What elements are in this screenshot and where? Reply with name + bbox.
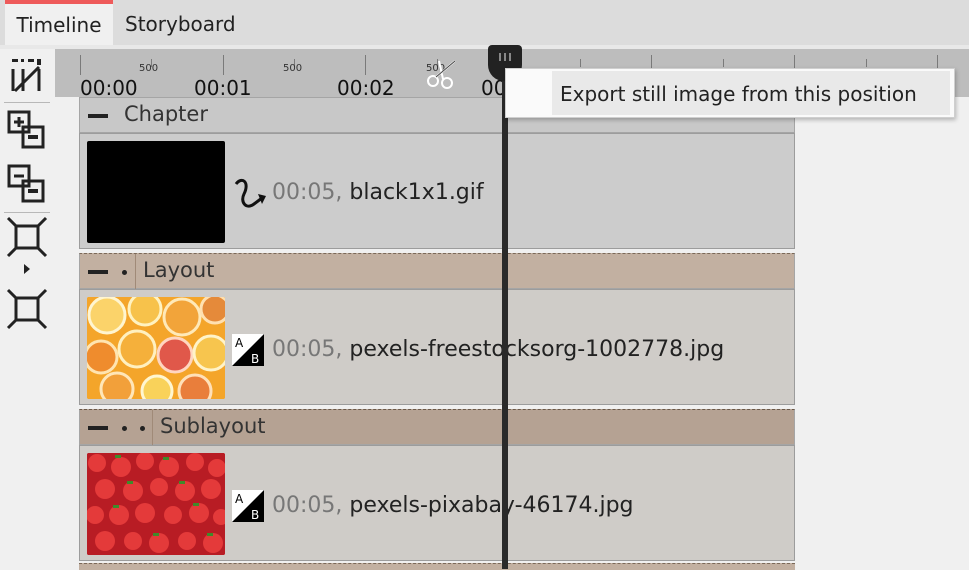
ruler-tick — [580, 59, 581, 67]
ruler-ms-label: 500 — [139, 63, 159, 74]
level-dot — [140, 426, 145, 431]
svg-text:A: A — [235, 492, 244, 506]
scissors-icon[interactable] — [425, 59, 465, 97]
ruler-ms-label: 500 — [283, 63, 303, 74]
curve-arrow-icon[interactable] — [232, 176, 268, 216]
track-header-label: Sublayout — [160, 414, 266, 438]
svg-text:B: B — [251, 352, 259, 366]
tab-bar: Timeline Storyboard — [0, 0, 969, 47]
svg-text:B: B — [251, 508, 259, 522]
ruler-tick — [723, 59, 724, 67]
clip-filename: pexels-freestocksorg-1002778.jpg — [349, 337, 725, 362]
collapse-icon[interactable] — [88, 114, 108, 118]
clip-duration: 00:05, — [272, 337, 343, 362]
clip-thumbnail[interactable] — [87, 453, 225, 555]
clip-filename: pexels-pixabay-46174.jpg — [349, 493, 634, 518]
tab-storyboard[interactable]: Storyboard — [125, 0, 236, 47]
ruler-tick — [80, 55, 81, 75]
collapse-icon[interactable] — [88, 270, 108, 274]
left-toolbar — [0, 49, 55, 569]
header-divider — [135, 254, 136, 290]
clip-thumbnail[interactable] — [87, 297, 225, 399]
ruler-tick — [223, 55, 224, 75]
ruler-tick — [866, 59, 867, 67]
clip-info: 00:05, black1x1.gif — [272, 180, 484, 205]
ruler-tick — [365, 55, 366, 75]
toolbar-divider — [4, 212, 50, 213]
sublayout-header[interactable]: Sublayout — [79, 409, 795, 446]
clip-info: 00:05, pexels-freestocksorg-1002778.jpg — [272, 337, 724, 362]
track-header-label: Layout — [143, 258, 215, 282]
svg-text:A: A — [235, 336, 244, 350]
remove-track-icon[interactable] — [4, 161, 50, 205]
level-dot — [122, 426, 127, 431]
clip-duration: 00:05, — [272, 493, 343, 518]
header-divider — [152, 410, 153, 446]
playhead-line[interactable] — [502, 49, 508, 569]
ab-transition-icon[interactable]: A B — [232, 334, 264, 366]
tab-timeline[interactable]: Timeline — [5, 0, 113, 47]
clip-thumbnail[interactable] — [87, 141, 225, 243]
track-header-label: Chapter — [124, 102, 208, 126]
context-menu: Export still image from this position — [505, 68, 955, 118]
trim-icon[interactable] — [4, 53, 50, 97]
toolbar-divider — [4, 102, 50, 103]
clip-info: 00:05, pexels-pixabay-46174.jpg — [272, 493, 634, 518]
clip-filename: black1x1.gif — [349, 180, 484, 205]
level-dot — [122, 270, 127, 275]
ab-transition-icon[interactable]: A B — [232, 490, 264, 522]
clip-duration: 00:05, — [272, 180, 343, 205]
collapse-view-icon[interactable] — [4, 215, 50, 277]
expand-view-icon[interactable] — [4, 287, 50, 331]
add-track-icon[interactable] — [4, 107, 50, 151]
collapse-icon[interactable] — [88, 426, 108, 430]
export-still-image-menu-item[interactable]: Export still image from this position — [552, 71, 950, 115]
layout-header[interactable]: Layout — [79, 253, 795, 290]
